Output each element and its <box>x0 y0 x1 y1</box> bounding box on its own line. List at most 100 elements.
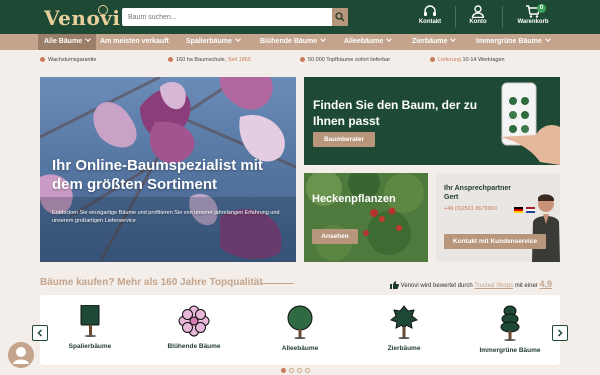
cart-count-badge: 0 <box>537 4 546 13</box>
usp-highlight: Seit 1865 <box>227 57 251 63</box>
usp-delivery: Lieferung 10-14 Werktagen <box>430 57 505 63</box>
contact-person-photo <box>532 194 560 262</box>
flower-icon <box>178 305 210 337</box>
category-espalier[interactable]: Spalierbäume <box>50 305 130 350</box>
nav-item-evergreen[interactable]: Immergrüne Bäume <box>476 34 551 50</box>
usp-text: 10-14 Werktagen <box>462 57 505 63</box>
truck-icon <box>430 57 435 63</box>
trusted-shops-link[interactable]: Trusted Shops <box>474 283 513 289</box>
search-button[interactable] <box>332 8 348 26</box>
cart-label: Warenkorb <box>517 19 549 25</box>
contact-link[interactable]: Kontakt <box>410 5 450 31</box>
headset-icon <box>424 5 436 16</box>
espalier-tree-icon <box>80 305 100 337</box>
evergreen-tree-icon <box>500 305 520 341</box>
header: Venovi Kontakt Konto 0 <box>0 0 600 34</box>
nav-item-all-trees[interactable]: Alle Bäume <box>38 34 97 50</box>
rating-score[interactable]: 4,9 <box>539 279 552 289</box>
hedges-banner[interactable]: Heckenpflanzen Ansehen <box>304 173 428 262</box>
carousel-dot[interactable] <box>281 368 286 373</box>
category-flowering[interactable]: Blühende Bäume <box>154 305 234 350</box>
chevron-down-icon <box>544 36 551 42</box>
user-icon <box>471 5 485 18</box>
search-bar <box>122 8 348 26</box>
category-label: Alleebäume <box>281 345 319 352</box>
usp-stock: 50.000 Topfbäume sofort lieferbar <box>300 57 390 63</box>
tree-advisor-button[interactable]: Baumberater <box>313 132 375 147</box>
nav-item-avenue[interactable]: Alleebäume <box>344 34 393 50</box>
view-hedges-button[interactable]: Ansehen <box>312 229 358 244</box>
nav-item-espalier[interactable]: Spalierbäume <box>186 34 241 50</box>
category-label: Blühende Bäume <box>167 343 221 350</box>
section-title: Bäume kaufen? Mehr als 160 Jahre Topqual… <box>40 277 263 288</box>
leaf-icon <box>168 57 173 63</box>
phone-in-hand-image <box>500 82 560 165</box>
chevron-down-icon <box>85 36 91 42</box>
category-avenue[interactable]: Alleebäume <box>260 305 340 352</box>
search-icon <box>335 12 345 22</box>
hero-subtitle: Entdecken Sie einzigartige Bäume und pro… <box>52 210 280 224</box>
category-label: Immergrüne Bäume <box>479 347 541 354</box>
nav-label: Alleebäume <box>344 38 384 45</box>
header-divider <box>455 6 456 28</box>
logo[interactable]: Venovi <box>44 6 121 30</box>
chevron-down-icon <box>235 36 241 42</box>
category-ornamental[interactable]: Zierbäume <box>364 305 444 352</box>
usp-text: 160 ha Baumschule, <box>176 57 227 63</box>
contact-phone[interactable]: +49 (0)2561 8679900 <box>444 206 497 212</box>
chat-widget-button[interactable] <box>8 342 34 368</box>
carousel-prev-button[interactable] <box>32 325 48 341</box>
cart-link[interactable]: 0 Warenkorb <box>513 4 553 31</box>
usp-text: Wachstumsgarantie <box>48 57 97 63</box>
carousel-next-button[interactable] <box>552 325 568 341</box>
section-divider <box>260 283 294 284</box>
carousel-dot[interactable] <box>305 368 310 373</box>
header-divider <box>502 6 503 28</box>
nav-label: Zierbäume <box>412 38 448 45</box>
nav-label: Alle Bäume <box>44 38 83 45</box>
support-avatar-icon <box>13 347 29 364</box>
usp-highlight: Lieferung <box>438 57 461 63</box>
contact-label: Kontakt <box>418 19 442 25</box>
usp-text: 50.000 Topfbäume sofort lieferbar <box>308 57 391 63</box>
carousel-dot[interactable] <box>297 368 302 373</box>
nav-label: Spalierbäume <box>186 38 232 45</box>
carousel-dot[interactable] <box>289 368 294 373</box>
contact-name: Gert <box>444 194 459 201</box>
category-label: Zierbäume <box>387 345 421 352</box>
finder-title: Finden Sie den Baum, der zu Ihnen passt <box>313 98 478 128</box>
chevron-left-icon <box>37 329 43 337</box>
hero-title: Ihr Online-Baumspezialist mit dem größte… <box>52 157 263 193</box>
category-carousel: Spalierbäume Blühende Bäume Alleebäume Z… <box>40 295 560 365</box>
contact-title: Ihr Ansprechpartner Gert <box>444 184 511 202</box>
nav-label: Immergrüne Bäume <box>476 38 542 45</box>
nav-item-ornamental[interactable]: Zierbäume <box>412 34 457 50</box>
category-evergreen[interactable]: Immergrüne Bäume <box>470 305 550 354</box>
category-label: Spalierbäume <box>68 343 112 350</box>
chevron-down-icon <box>386 36 393 42</box>
ornamental-tree-icon <box>389 305 419 339</box>
check-icon <box>40 57 45 63</box>
usp-guarantee: Wachstumsgarantie <box>40 57 96 63</box>
hero-banner[interactable]: Ihr Online-Baumspezialist mit dem größte… <box>40 77 296 262</box>
contact-title-line1: Ihr Ansprechpartner <box>444 185 512 192</box>
trusted-shops-rating: Venovi wird bewertet durch Trusted Shops… <box>390 279 552 290</box>
tree-finder-banner[interactable]: Finden Sie den Baum, der zu Ihnen passt … <box>304 77 560 165</box>
logo-leaf-icon <box>98 5 108 15</box>
account-label: Konto <box>469 19 487 25</box>
rating-mid-text: mit einer <box>514 283 538 289</box>
rating-text: Venovi wird bewertet durch <box>400 283 473 289</box>
contact-person-card: Ihr Ansprechpartner Gert +49 (0)2561 867… <box>436 173 560 262</box>
main-nav: Alle Bäume Am meisten verkauft Spalierbä… <box>0 34 600 50</box>
account-link[interactable]: Konto <box>458 5 498 31</box>
chevron-down-icon <box>450 36 457 42</box>
hedge-plant-image <box>304 173 428 262</box>
search-input[interactable] <box>128 11 324 23</box>
nav-item-bestsellers[interactable]: Am meisten verkauft <box>100 34 169 50</box>
contact-service-button[interactable]: Kontakt mit Kundenservice <box>444 234 546 249</box>
thumbs-up-icon <box>390 281 399 290</box>
chevron-right-icon <box>557 329 563 337</box>
round-tree-icon <box>287 305 313 339</box>
usp-nursery: 160 ha Baumschule, Seit 1865 <box>168 57 251 63</box>
nav-item-flowering[interactable]: Blühende Bäume <box>260 34 327 50</box>
